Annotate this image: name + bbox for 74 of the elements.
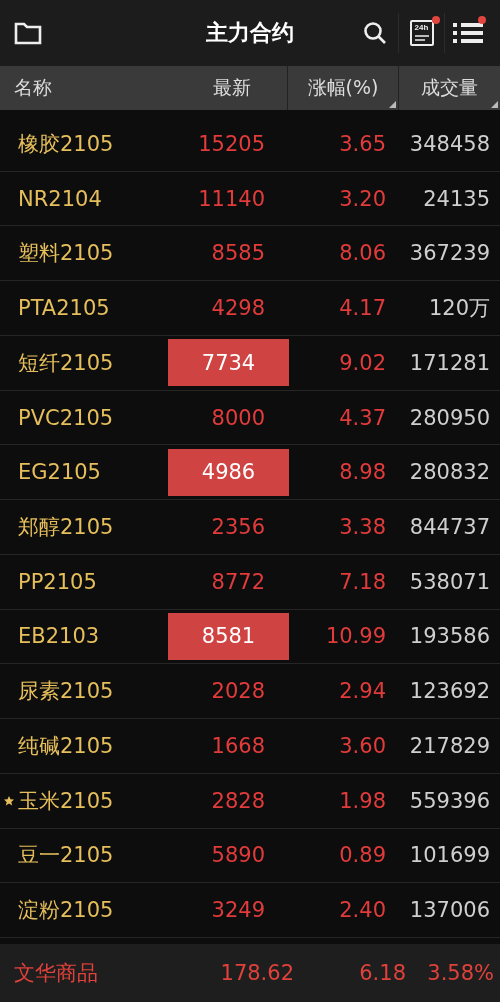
change-percent: 10.99 (324, 624, 386, 649)
volume: 123692 (408, 679, 491, 704)
contract-name[interactable]: EG2105 (18, 460, 101, 485)
volume: 193586 (408, 624, 491, 649)
latest-price: 5890 (210, 842, 266, 870)
contract-name[interactable]: 玉米2105 (18, 786, 114, 815)
index-name: 文华商品 (13, 960, 99, 987)
latest-price: 7734 (168, 339, 289, 387)
change-percent: 4.17 (338, 296, 386, 321)
contract-name[interactable]: 纯碱2105 (18, 731, 114, 760)
change-percent: 2.94 (338, 679, 386, 704)
volume: 137006 (408, 898, 491, 923)
contract-name[interactable]: EB2103 (18, 624, 100, 649)
change-percent: 3.65 (338, 131, 386, 156)
column-header[interactable]: 涨幅(%) (307, 75, 379, 101)
change-percent: 9.02 (338, 350, 386, 375)
change-percent: 3.20 (338, 186, 386, 211)
latest-price: 2828 (210, 787, 266, 815)
volume: 171281 (408, 350, 491, 375)
volume: 24135 (422, 186, 491, 211)
latest-price: 1668 (210, 732, 266, 760)
volume: 217829 (408, 733, 491, 758)
folder-icon[interactable] (14, 21, 42, 45)
menu-icon (452, 21, 483, 45)
change-percent: 8.06 (338, 241, 386, 266)
volume: 538071 (408, 569, 491, 594)
latest-price: 8581 (168, 612, 289, 660)
contract-name[interactable]: PTA2105 (18, 296, 110, 321)
latest-price: 2028 (210, 678, 266, 706)
volume: 120万 (427, 295, 491, 323)
contract-name[interactable]: 橡胶2105 (18, 129, 114, 158)
column-header[interactable]: 名称 (14, 75, 52, 101)
change-percent: 2.40 (338, 898, 386, 923)
change-percent: 3.60 (338, 733, 386, 758)
volume: 280950 (408, 405, 491, 430)
contract-name[interactable]: 豆一2105 (18, 841, 114, 870)
contract-name[interactable]: 短纤2105 (18, 348, 114, 377)
latest-price: 8772 (210, 568, 266, 596)
contract-name[interactable]: PP2105 (18, 569, 97, 594)
latest-price: 2356 (210, 514, 266, 541)
change-percent: 0.89 (338, 843, 386, 868)
volume: 844737 (408, 515, 491, 539)
change-percent: 7.18 (338, 569, 386, 594)
latest-price: 15205 (197, 130, 266, 158)
index-value: 178.62 (219, 961, 294, 985)
latest-price: 11140 (197, 185, 266, 213)
change-percent: 8.98 (338, 460, 386, 485)
contract-name[interactable]: 塑料2105 (18, 239, 114, 268)
change-percent: 4.37 (338, 405, 386, 430)
contract-name[interactable]: PVC2105 (18, 405, 114, 430)
contract-name[interactable]: 尿素2105 (18, 677, 114, 706)
news-24h-icon: 24h (409, 20, 434, 46)
column-header[interactable]: 成交量 (421, 75, 478, 101)
page-title: 主力合约 (206, 20, 294, 45)
contract-name[interactable]: 淀粉2105 (18, 896, 114, 925)
volume: 367239 (408, 241, 491, 266)
volume: 280832 (408, 460, 491, 485)
latest-price: 8585 (210, 240, 266, 268)
volume: 559396 (408, 788, 491, 813)
volume: 348458 (408, 131, 491, 156)
search-icon (363, 21, 387, 45)
latest-price: 4298 (210, 295, 266, 323)
latest-price: 8000 (210, 404, 266, 432)
index-percent: 3.58% (426, 961, 495, 985)
latest-price: 4986 (168, 448, 289, 496)
contract-name[interactable]: 郑醇2105 (18, 513, 114, 541)
volume: 101699 (408, 843, 491, 868)
news-button[interactable]: 24h (398, 13, 444, 53)
latest-price: 3249 (210, 897, 266, 925)
index-change: 6.18 (358, 961, 406, 985)
change-percent: 3.38 (338, 515, 386, 539)
column-header[interactable]: 最新 (213, 75, 251, 101)
change-percent: 1.98 (338, 788, 386, 813)
contract-name[interactable]: NR2104 (18, 186, 102, 211)
